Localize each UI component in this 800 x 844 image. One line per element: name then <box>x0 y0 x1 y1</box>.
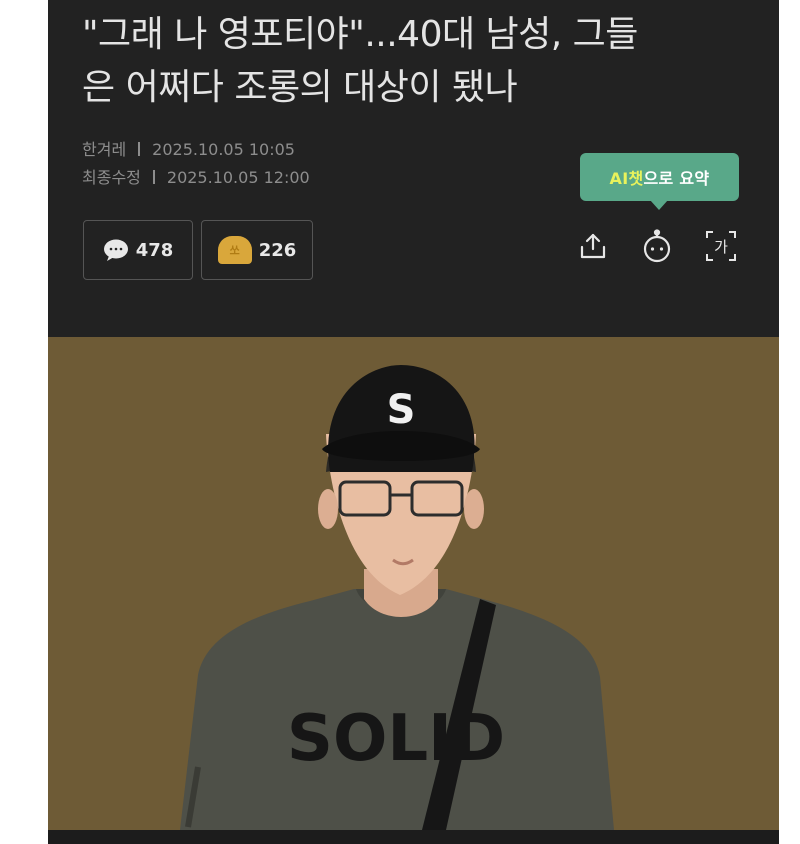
modified-label: 최종수정 <box>82 168 141 187</box>
ai-summary-text: 으로 요약 <box>643 169 710 188</box>
comment-button[interactable]: 478 <box>83 220 193 280</box>
share-icon <box>580 233 606 259</box>
ai-summary-tooltip[interactable]: AI챗 으로 요약 <box>580 153 739 210</box>
reaction-button[interactable]: 쏘 226 <box>201 220 313 280</box>
ai-bot-button[interactable] <box>639 228 675 264</box>
divider <box>138 142 141 156</box>
ai-summary-highlight: AI챗 <box>609 169 644 188</box>
published-time: 2025.10.05 10:05 <box>152 140 295 159</box>
shirt-text: SOLID <box>287 702 505 776</box>
article-hero-image: S SOLID <box>48 337 779 830</box>
article-meta-modified: 최종수정 2025.10.05 12:00 <box>82 164 310 188</box>
share-button[interactable] <box>575 228 611 264</box>
source-label[interactable]: 한겨레 <box>82 140 126 159</box>
divider <box>152 170 155 184</box>
article-title-line-2: 은 어쩌다 조롱의 대상이 됐나 <box>82 67 518 108</box>
font-size-button[interactable]: 가 <box>703 228 739 264</box>
article-meta-published: 한겨레 2025.10.05 10:05 <box>82 136 295 160</box>
coin-icon-text: 쏘 <box>229 244 240 257</box>
coin-icon: 쏘 <box>217 236 252 264</box>
cap-letter: S <box>387 387 416 433</box>
ai-bot-icon <box>643 229 671 263</box>
reaction-count: 226 <box>258 239 297 261</box>
article-page: "그래 나 영포티야"...40대 남성, 그들 은 어쩌다 조롱의 대상이 됐… <box>48 0 779 844</box>
article-title-line-1: "그래 나 영포티야"...40대 남성, 그들 <box>82 14 638 55</box>
comment-icon <box>103 239 128 261</box>
modified-time: 2025.10.05 12:00 <box>166 168 310 187</box>
bottom-bar <box>48 830 779 844</box>
illustration-man-in-cap: S SOLID <box>48 337 779 830</box>
font-size-icon-text: 가 <box>714 238 728 256</box>
font-size-icon: 가 <box>706 231 736 261</box>
article-title: "그래 나 영포티야"...40대 남성, 그들 은 어쩌다 조롱의 대상이 됐… <box>82 8 762 114</box>
comment-count: 478 <box>135 239 174 261</box>
